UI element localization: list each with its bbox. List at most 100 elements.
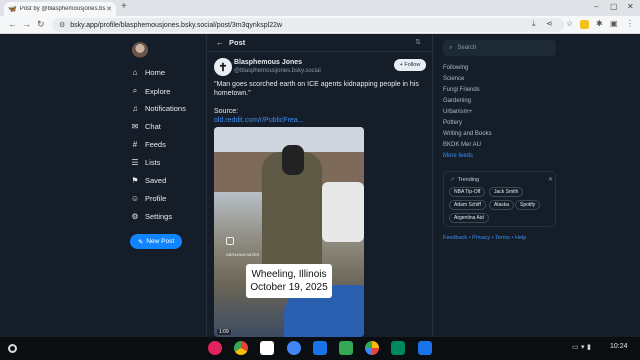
- user-icon: ☺: [130, 194, 140, 203]
- close-tab-icon[interactable]: ✕: [106, 5, 112, 13]
- home-icon: ⌂: [132, 68, 138, 77]
- nav-item-explore[interactable]: ⌕ Explore: [130, 86, 171, 96]
- feed-link[interactable]: Science: [443, 76, 464, 82]
- url-text: bsky.app/profile/blasphemousjones.bsky.s…: [70, 21, 283, 29]
- trending-chip[interactable]: Jack Smith: [489, 187, 524, 197]
- trending-chip[interactable]: NBA Tip-Off: [449, 187, 486, 197]
- video-caption-line: October 19, 2025: [250, 282, 328, 293]
- chrome-icon[interactable]: [234, 341, 248, 355]
- right-sidebar: ⌕ Search Following Science Fungi Friends…: [437, 34, 562, 337]
- site-info-icon[interactable]: ⚙: [59, 21, 65, 29]
- video-caption-line: Wheeling, Illinois: [251, 269, 327, 280]
- nav-item-home[interactable]: ⌂ Home: [130, 68, 165, 77]
- feed-link[interactable]: Pottery: [443, 120, 462, 126]
- feed-link[interactable]: Following: [443, 65, 468, 71]
- feed-link[interactable]: Gardening: [443, 98, 471, 104]
- post-text: "Man goes scorched earth on ICE agents k…: [214, 81, 419, 97]
- trending-chip[interactable]: Argentina Aid: [449, 213, 489, 223]
- feed-link[interactable]: Fungi Friends: [443, 87, 480, 93]
- maximize-icon[interactable]: ▢: [610, 2, 618, 11]
- page-title: Post: [229, 38, 246, 47]
- nav-item-lists[interactable]: ☰ Lists: [130, 158, 160, 167]
- forward-icon[interactable]: →: [22, 19, 31, 29]
- bookmark-star-icon[interactable]: ☆: [566, 19, 573, 28]
- video-frame-car: [322, 182, 364, 242]
- address-bar[interactable]: ⚙ bsky.app/profile/blasphemousjones.bsky…: [52, 18, 564, 32]
- new-tab-icon[interactable]: +: [121, 1, 127, 12]
- sort-icon[interactable]: ⇅: [415, 38, 421, 46]
- feed-link[interactable]: Urbanism+: [443, 109, 472, 115]
- minimize-icon[interactable]: –: [594, 2, 598, 11]
- screen-capture-icon[interactable]: ▭: [572, 343, 579, 351]
- left-navigation: ⌂ Home ⌕ Explore ♫ Notifications ✉ Chat …: [122, 34, 202, 337]
- nav-item-label: Home: [145, 68, 166, 77]
- new-post-button[interactable]: ✎ New Post: [130, 234, 182, 249]
- browser-tab[interactable]: 🦋 Post by @blasphemousjones.bs ✕: [4, 2, 116, 16]
- footer-links[interactable]: Feedback • Privacy • Terms • Help: [443, 235, 526, 241]
- search-icon: ⌕: [132, 86, 138, 95]
- camera-app-icon[interactable]: [313, 341, 327, 355]
- files-app-icon[interactable]: [339, 341, 353, 355]
- sidepanel-icon[interactable]: ▣: [610, 19, 618, 28]
- nav-item-profile[interactable]: ☺ Profile: [130, 194, 166, 203]
- back-icon[interactable]: ←: [8, 19, 17, 29]
- browser-toolbar: ← → ↻ ⚙ bsky.app/profile/blasphemousjone…: [0, 16, 640, 34]
- source-link[interactable]: old.reddit.com/r/PublicFrea...: [214, 116, 426, 125]
- nav-item-label: Explore: [145, 86, 171, 96]
- trending-chip[interactable]: Adam Schiff: [449, 200, 486, 210]
- trending-chip[interactable]: Spotify: [515, 200, 541, 210]
- avatar[interactable]: [132, 42, 148, 58]
- trending-icon: ↗: [450, 177, 455, 183]
- gear-icon: ⚙: [131, 212, 139, 221]
- share-icon[interactable]: ⋖: [546, 19, 553, 28]
- follow-button[interactable]: + Follow: [394, 59, 426, 71]
- author-name[interactable]: Blasphemous Jones: [234, 59, 302, 66]
- os-shelf: ▭ ▾ ▮ 10:24: [0, 337, 640, 360]
- trending-panel: ↗ Trending ✕ NBA Tip-Off Jack Smith Adam…: [443, 171, 556, 227]
- play-store-icon[interactable]: [391, 341, 405, 355]
- wifi-icon[interactable]: ▾: [581, 343, 585, 351]
- new-post-label: New Post: [146, 238, 175, 245]
- hash-icon: #: [132, 140, 138, 149]
- author-handle[interactable]: @blasphemousjones.bsky.social: [234, 68, 321, 74]
- menu-icon[interactable]: ⋮: [626, 19, 634, 28]
- app-icon[interactable]: [208, 341, 222, 355]
- more-feeds-link[interactable]: More feeds: [443, 153, 473, 159]
- bell-icon: ♫: [132, 104, 138, 113]
- divider: [432, 34, 433, 337]
- launcher-icon[interactable]: [8, 344, 17, 353]
- video-player[interactable]: ABRAHAM MIZER Wheeling, Illinois October…: [214, 127, 364, 337]
- tab-title: Post by @blasphemousjones.bs: [19, 6, 106, 12]
- photos-app-icon[interactable]: [365, 341, 379, 355]
- search-input[interactable]: ⌕ Search: [443, 40, 556, 56]
- back-arrow-icon[interactable]: ←: [216, 38, 224, 47]
- download-icon[interactable]: ⤓: [532, 19, 536, 29]
- nav-item-notifications[interactable]: ♫ Notifications: [130, 104, 186, 113]
- folder-app-icon[interactable]: [418, 341, 432, 355]
- nav-item-label: Feeds: [145, 140, 166, 149]
- nav-item-saved[interactable]: ⚑ Saved: [130, 176, 166, 185]
- post-header: ← Post ⇅: [207, 34, 432, 52]
- trending-chip[interactable]: Alaska: [489, 200, 515, 210]
- extension-badge-icon[interactable]: [580, 20, 589, 29]
- nav-item-feeds[interactable]: # Feeds: [130, 140, 166, 149]
- nav-item-chat[interactable]: ✉ Chat: [130, 122, 161, 131]
- battery-icon[interactable]: ▮: [587, 343, 591, 351]
- clock[interactable]: 10:24: [610, 343, 628, 350]
- reload-icon[interactable]: ↻: [37, 19, 45, 30]
- compose-icon: ✎: [137, 238, 144, 246]
- bluesky-page: ⌂ Home ⌕ Explore ♫ Notifications ✉ Chat …: [0, 34, 640, 337]
- gmail-icon[interactable]: [260, 341, 274, 355]
- nav-item-label: Lists: [145, 158, 161, 167]
- chat-app-icon[interactable]: [287, 341, 301, 355]
- extensions-icon[interactable]: ✱: [596, 19, 603, 28]
- video-frame-head: [282, 145, 304, 175]
- author-avatar[interactable]: ✝: [214, 58, 232, 76]
- feed-link[interactable]: BKDK Mer AU: [443, 142, 481, 148]
- chat-icon: ✉: [131, 122, 139, 131]
- close-window-icon[interactable]: ✕: [627, 2, 634, 11]
- browser-tab-strip: 🦋 Post by @blasphemousjones.bs ✕ + – ▢ ✕: [0, 0, 640, 16]
- nav-item-settings[interactable]: ⚙ Settings: [130, 212, 172, 221]
- feed-link[interactable]: Writing and Books: [443, 131, 492, 137]
- close-icon[interactable]: ✕: [548, 176, 553, 183]
